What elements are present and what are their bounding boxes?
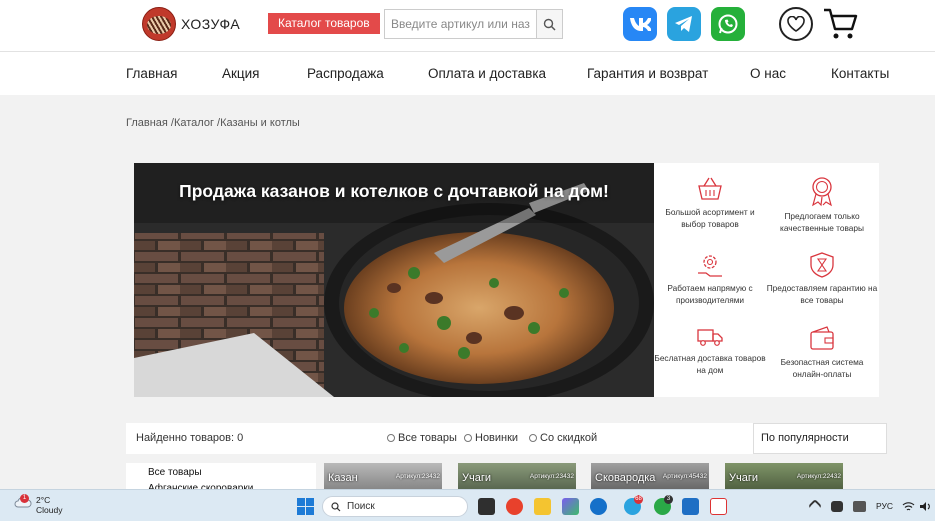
telegram-icon: [675, 16, 692, 32]
wifi-icon[interactable]: [902, 501, 915, 512]
vk-icon: [630, 18, 651, 31]
task-view-icon[interactable]: [478, 498, 495, 515]
product-name: Казан: [328, 472, 358, 484]
nav-payment-delivery[interactable]: Оплата и доставка: [428, 66, 546, 81]
hero-banner: Продажа казанов и котелков с дочтавкой н…: [134, 163, 654, 397]
product-name: Учаги: [729, 472, 758, 484]
hedgehog-logo-icon: [142, 7, 176, 41]
windows-taskbar: 2°C Cloudy 1 Поиск 68 3 РУС: [0, 489, 935, 521]
taskbar-search[interactable]: Поиск: [322, 496, 468, 517]
radio-icon[interactable]: [387, 434, 395, 442]
feature-manufacturers: Работаем напрямую с производителями: [654, 251, 766, 306]
windows-start-icon[interactable]: [297, 498, 314, 515]
search-input[interactable]: [385, 10, 536, 38]
product-article: Артикул:23432: [395, 473, 440, 480]
product-name: Учаги: [462, 472, 491, 484]
vk-link[interactable]: [623, 7, 657, 41]
nav-warranty-returns[interactable]: Гарантия и возврат: [587, 66, 708, 81]
chrome-badge: 3: [664, 495, 673, 504]
vscode-icon[interactable]: [682, 498, 699, 515]
wallet-icon: [810, 326, 834, 350]
product-article: Артикул:22432: [796, 473, 841, 480]
award-medal-icon: [812, 177, 832, 207]
copilot-icon[interactable]: [562, 498, 579, 515]
feature-warranty: Предоставляем гарантию на все товары: [766, 251, 878, 306]
whatsapp-link[interactable]: [711, 7, 745, 41]
file-explorer-icon[interactable]: [534, 498, 551, 515]
speaker-icon[interactable]: [919, 501, 931, 512]
main-nav: Главная Акция Распродажа Оплата и достав…: [0, 52, 935, 95]
sidebar-item-all[interactable]: Все товары: [148, 467, 202, 478]
brand-name: ХОЗУФА: [181, 16, 241, 32]
weather-badge: 1: [20, 494, 29, 503]
product-name: Сковародка: [595, 472, 656, 484]
site-header: ХОЗУФА Каталог товаров: [0, 0, 935, 52]
keyboard-icon[interactable]: [853, 501, 866, 512]
language-indicator[interactable]: РУС: [876, 501, 893, 511]
weather-temp: 2°C: [36, 495, 51, 505]
yandex-icon[interactable]: [710, 498, 727, 515]
telegram-badge: 68: [634, 495, 643, 504]
filter-all[interactable]: Все товары: [387, 432, 457, 444]
nav-sale[interactable]: Распродажа: [307, 66, 384, 81]
search-icon: [331, 501, 341, 511]
search-box: [384, 9, 563, 39]
radio-icon[interactable]: [464, 434, 472, 442]
breadcrumb[interactable]: Главная /Каталог /Казаны и котлы: [126, 117, 300, 129]
chevron-up-icon[interactable]: [807, 498, 823, 514]
feature-secure-payment: Безопастная система онлайн-оплаты: [766, 325, 878, 380]
filter-new[interactable]: Новинки: [464, 432, 518, 444]
product-article: Артикул:23432: [529, 473, 574, 480]
favorites-button[interactable]: [779, 7, 813, 41]
sort-select[interactable]: По популярности: [753, 423, 887, 454]
delivery-truck-icon: [697, 329, 723, 346]
yandex-browser-icon[interactable]: [506, 498, 523, 515]
weather-condition: Cloudy: [36, 505, 63, 515]
features-panel: Большой асортимент и выбор товаров Предл…: [654, 163, 879, 397]
telegram-link[interactable]: [667, 7, 701, 41]
feature-quality: Предлогаем только качественные товары: [766, 175, 878, 234]
filter-toolbar: Найденно товаров: 0 Все товары Новинки С…: [126, 423, 753, 454]
radio-icon[interactable]: [529, 434, 537, 442]
logo[interactable]: ХОЗУФА: [142, 7, 240, 41]
nav-home[interactable]: Главная: [126, 66, 177, 81]
catalog-button[interactable]: Каталог товаров: [268, 13, 380, 34]
hourglass-shield-icon: [810, 252, 834, 278]
banner-title: Продажа казанов и котелков с дочтавкой н…: [179, 181, 609, 201]
gear-hand-icon: [698, 255, 722, 277]
edge-browser-icon[interactable]: [590, 498, 607, 515]
tray-app-icon[interactable]: [831, 501, 843, 512]
cart-icon[interactable]: [822, 6, 858, 42]
feature-assortment: Большой асортимент и выбор товаров: [654, 175, 766, 230]
nav-promo[interactable]: Акция: [222, 66, 260, 81]
found-count: Найденно товаров: 0: [136, 432, 244, 444]
search-icon: [543, 18, 556, 31]
heart-icon: [787, 16, 805, 32]
product-article: Артикул:45432: [662, 473, 707, 480]
feature-free-delivery: Беслатная доставка товаров на дом: [654, 325, 766, 376]
search-button[interactable]: [536, 10, 562, 38]
nav-contacts[interactable]: Контакты: [831, 66, 889, 81]
filter-discount[interactable]: Со скидкой: [529, 432, 597, 444]
nav-about[interactable]: О нас: [750, 66, 786, 81]
whatsapp-icon: [718, 14, 738, 34]
shopping-basket-icon: [698, 177, 722, 200]
